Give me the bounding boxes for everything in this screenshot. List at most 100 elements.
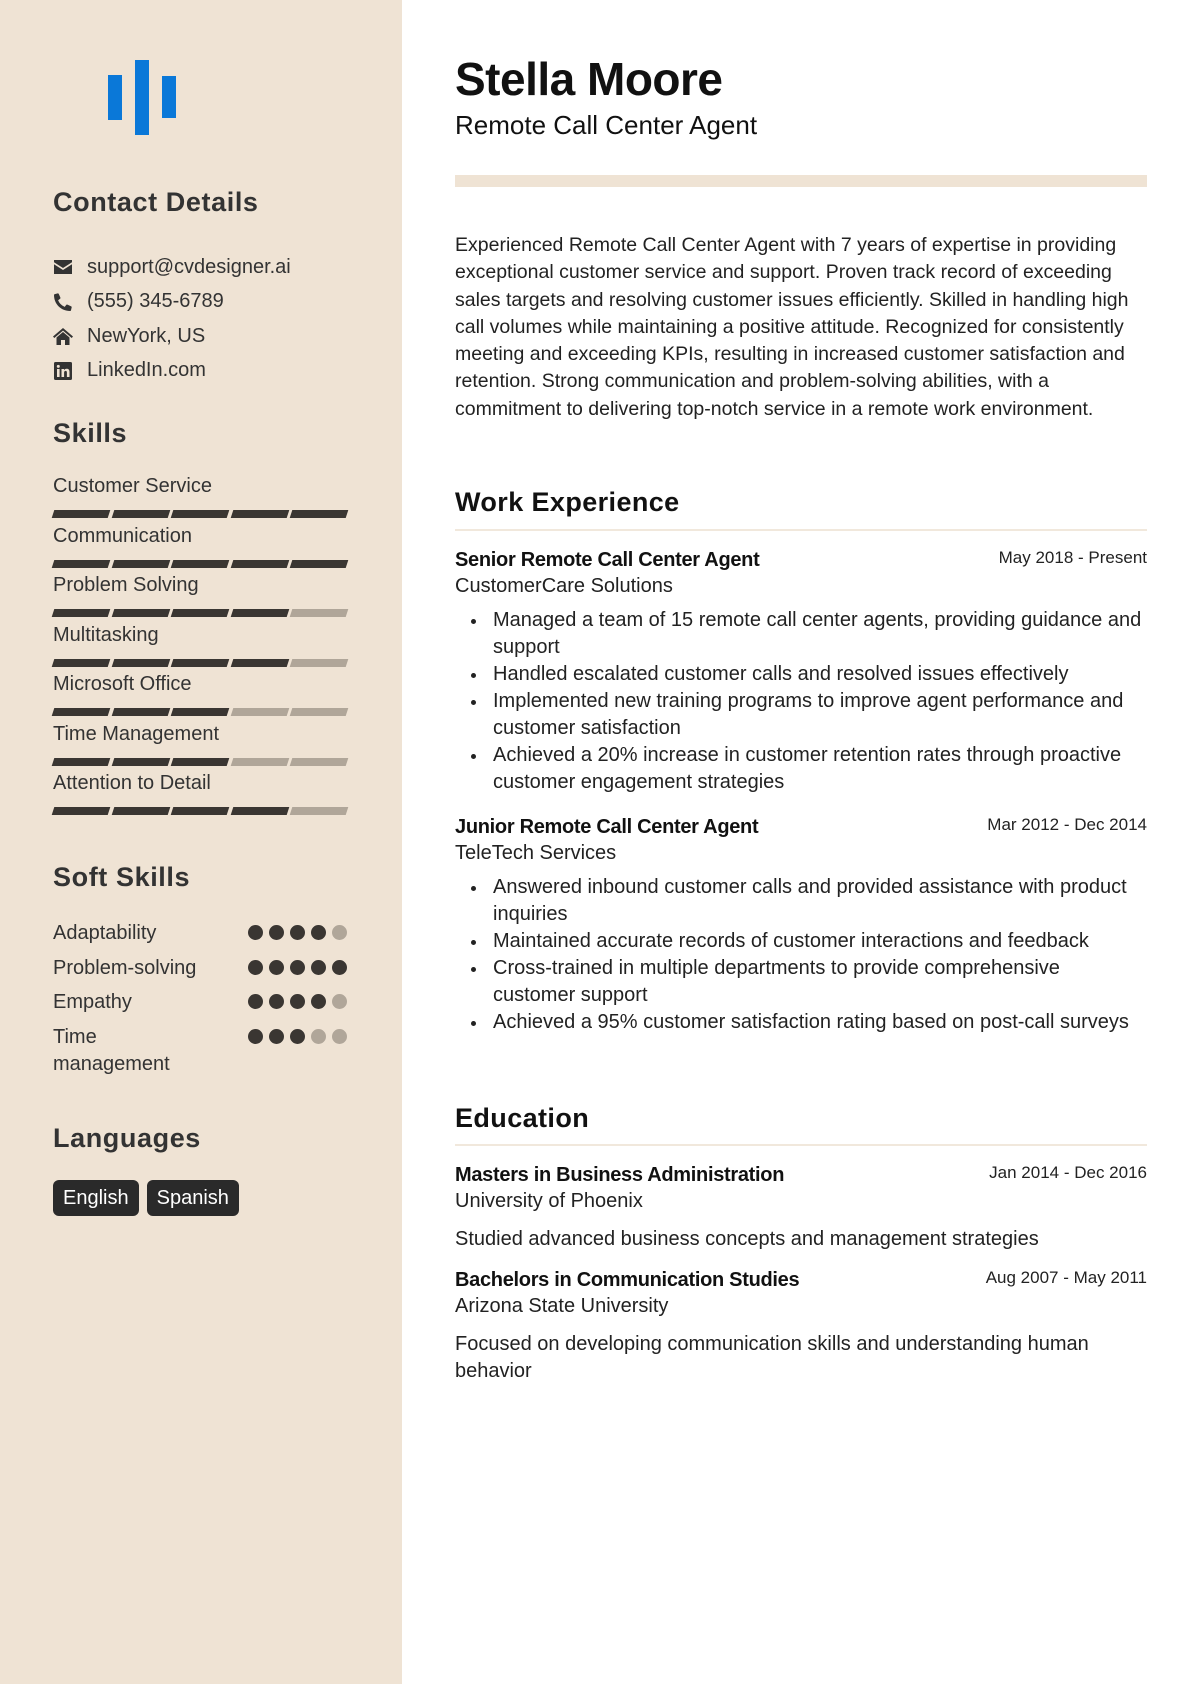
- skill-segment-filled: [111, 559, 170, 568]
- rating-dot-filled: [290, 959, 305, 975]
- logo-bar: [162, 76, 176, 118]
- skill-segment-filled: [111, 757, 170, 766]
- education-description: Focused on developing communication skil…: [455, 1333, 1089, 1382]
- rating-dot-filled: [290, 925, 305, 940]
- work-entry: Senior Remote Call Center Agent May 2018…: [455, 547, 1147, 796]
- contact-phone-text: (555) 345-6789: [87, 290, 224, 313]
- skill-level-bar: [51, 807, 349, 815]
- home-icon: [53, 326, 73, 346]
- skill-item: Communication: [51, 524, 349, 575]
- languages-heading: Languages: [53, 1123, 201, 1153]
- rating-dot-filled: [290, 1028, 305, 1044]
- soft-skill-rating: [248, 1024, 347, 1044]
- section-divider: [455, 1144, 1147, 1146]
- skill-segment-filled: [111, 510, 170, 518]
- skill-segment-filled: [51, 807, 110, 815]
- skill-segment-filled: [170, 609, 230, 617]
- skill-level-bar: [51, 757, 349, 766]
- skill-segment-filled: [170, 510, 230, 518]
- rating-dot-filled: [269, 1028, 284, 1044]
- skill-item: Multitasking: [51, 624, 349, 674]
- skill-name: Communication: [53, 524, 192, 547]
- skill-name: Microsoft Office: [53, 673, 192, 695]
- skill-segment-empty: [290, 658, 349, 667]
- soft-skill-item: Problem-solving: [53, 955, 347, 982]
- skill-segment-filled: [170, 658, 230, 667]
- contact-location-text: NewYork, US: [87, 324, 206, 347]
- skill-level-bar: [51, 510, 349, 518]
- bullet-item: Managed a team of 15 remote call center …: [455, 607, 1147, 661]
- soft-skill-item: Time management: [53, 1024, 347, 1078]
- skill-segment-filled: [51, 559, 110, 568]
- skill-segment-filled: [230, 658, 289, 667]
- sound-bars-icon: [108, 60, 178, 136]
- skill-segment-filled: [111, 708, 170, 716]
- sidebar: Contact Details support@cvdesigner.ai (5…: [0, 0, 402, 1684]
- logo-bar: [108, 75, 122, 120]
- header-divider: [455, 175, 1147, 187]
- school-name: Arizona State University: [455, 1295, 669, 1317]
- skill-segment-filled: [170, 757, 230, 766]
- rating-dot-filled: [332, 959, 347, 975]
- skill-name: Attention to Detail: [53, 772, 211, 794]
- profile-summary: Experienced Remote Call Center Agent wit…: [455, 234, 1129, 420]
- soft-skills-heading: Soft Skills: [53, 862, 191, 892]
- job-dates: May 2018 - Present: [998, 548, 1147, 567]
- rating-dot-filled: [248, 959, 263, 975]
- skill-segment-filled: [111, 609, 170, 617]
- bullet-item: Implemented new training programs to imp…: [455, 688, 1147, 742]
- rating-dot-filled: [290, 994, 305, 1009]
- skills-heading: Skills: [53, 418, 128, 448]
- rating-dot-filled: [248, 925, 263, 940]
- bullet-item: Cross-trained in multiple departments to…: [455, 955, 1147, 1009]
- logo-bar: [135, 60, 149, 135]
- education-dates: Aug 2007 - May 2011: [985, 1268, 1147, 1287]
- skill-segment-filled: [51, 757, 110, 766]
- contact-list: support@cvdesigner.ai (555) 345-6789 New…: [53, 250, 291, 388]
- skill-segment-empty: [290, 708, 349, 716]
- skill-segment-empty: [230, 757, 289, 766]
- job-bullets: Managed a team of 15 remote call center …: [455, 607, 1147, 796]
- school-name: University of Phoenix: [455, 1190, 643, 1212]
- rating-dot-empty: [332, 994, 347, 1009]
- skill-name: Time Management: [53, 722, 219, 745]
- soft-skill-name: Adaptability: [53, 922, 157, 944]
- contact-linkedin-text[interactable]: LinkedIn.com: [87, 359, 206, 382]
- contact-email-text[interactable]: support@cvdesigner.ai: [87, 256, 291, 279]
- skill-segment-filled: [230, 807, 289, 815]
- contact-heading: Contact Details: [53, 187, 259, 217]
- education-description: Studied advanced business concepts and m…: [455, 1228, 1039, 1250]
- skill-level-bar: [51, 559, 349, 568]
- contact-location: NewYork, US: [53, 319, 291, 354]
- skill-segment-filled: [170, 559, 230, 568]
- soft-skill-rating: [248, 920, 347, 940]
- bullet-item: Answered inbound customer calls and prov…: [455, 874, 1147, 928]
- skills-list: Customer Service Communication Problem Sol…: [51, 475, 349, 822]
- skill-segment-filled: [230, 559, 289, 568]
- skill-item: Attention to Detail: [51, 772, 349, 822]
- envelope-icon: [53, 257, 73, 277]
- skill-level-bar: [51, 658, 349, 667]
- rating-dot-filled: [248, 994, 263, 1009]
- job-dates: Mar 2012 - Dec 2014: [987, 815, 1147, 834]
- degree-title: Bachelors in Communication Studies: [455, 1269, 800, 1291]
- skill-segment-filled: [51, 510, 110, 518]
- job-title: Junior Remote Call Center Agent: [455, 816, 759, 838]
- degree-title: Masters in Business Administration: [455, 1164, 785, 1186]
- rating-dot-filled: [269, 925, 284, 940]
- language-tag: Spanish: [146, 1180, 239, 1216]
- bullet-item: Achieved a 20% increase in customer rete…: [455, 742, 1147, 796]
- languages-list: English Spanish: [53, 1180, 239, 1216]
- work-entry: Junior Remote Call Center Agent Mar 2012…: [455, 814, 1147, 1036]
- rating-dot-filled: [311, 994, 326, 1009]
- skill-item: Microsoft Office: [51, 673, 349, 723]
- skill-segment-filled: [290, 510, 349, 518]
- rating-dot-empty: [332, 925, 347, 940]
- bullet-item: Maintained accurate records of customer …: [455, 928, 1147, 955]
- soft-skill-name: Empathy: [53, 991, 132, 1013]
- company-name: TeleTech Services: [455, 842, 617, 864]
- soft-skill-item: Empathy: [53, 989, 347, 1016]
- skill-segment-empty: [290, 757, 349, 766]
- skill-level-bar: [51, 708, 349, 716]
- soft-skill-item: Adaptability: [53, 920, 347, 947]
